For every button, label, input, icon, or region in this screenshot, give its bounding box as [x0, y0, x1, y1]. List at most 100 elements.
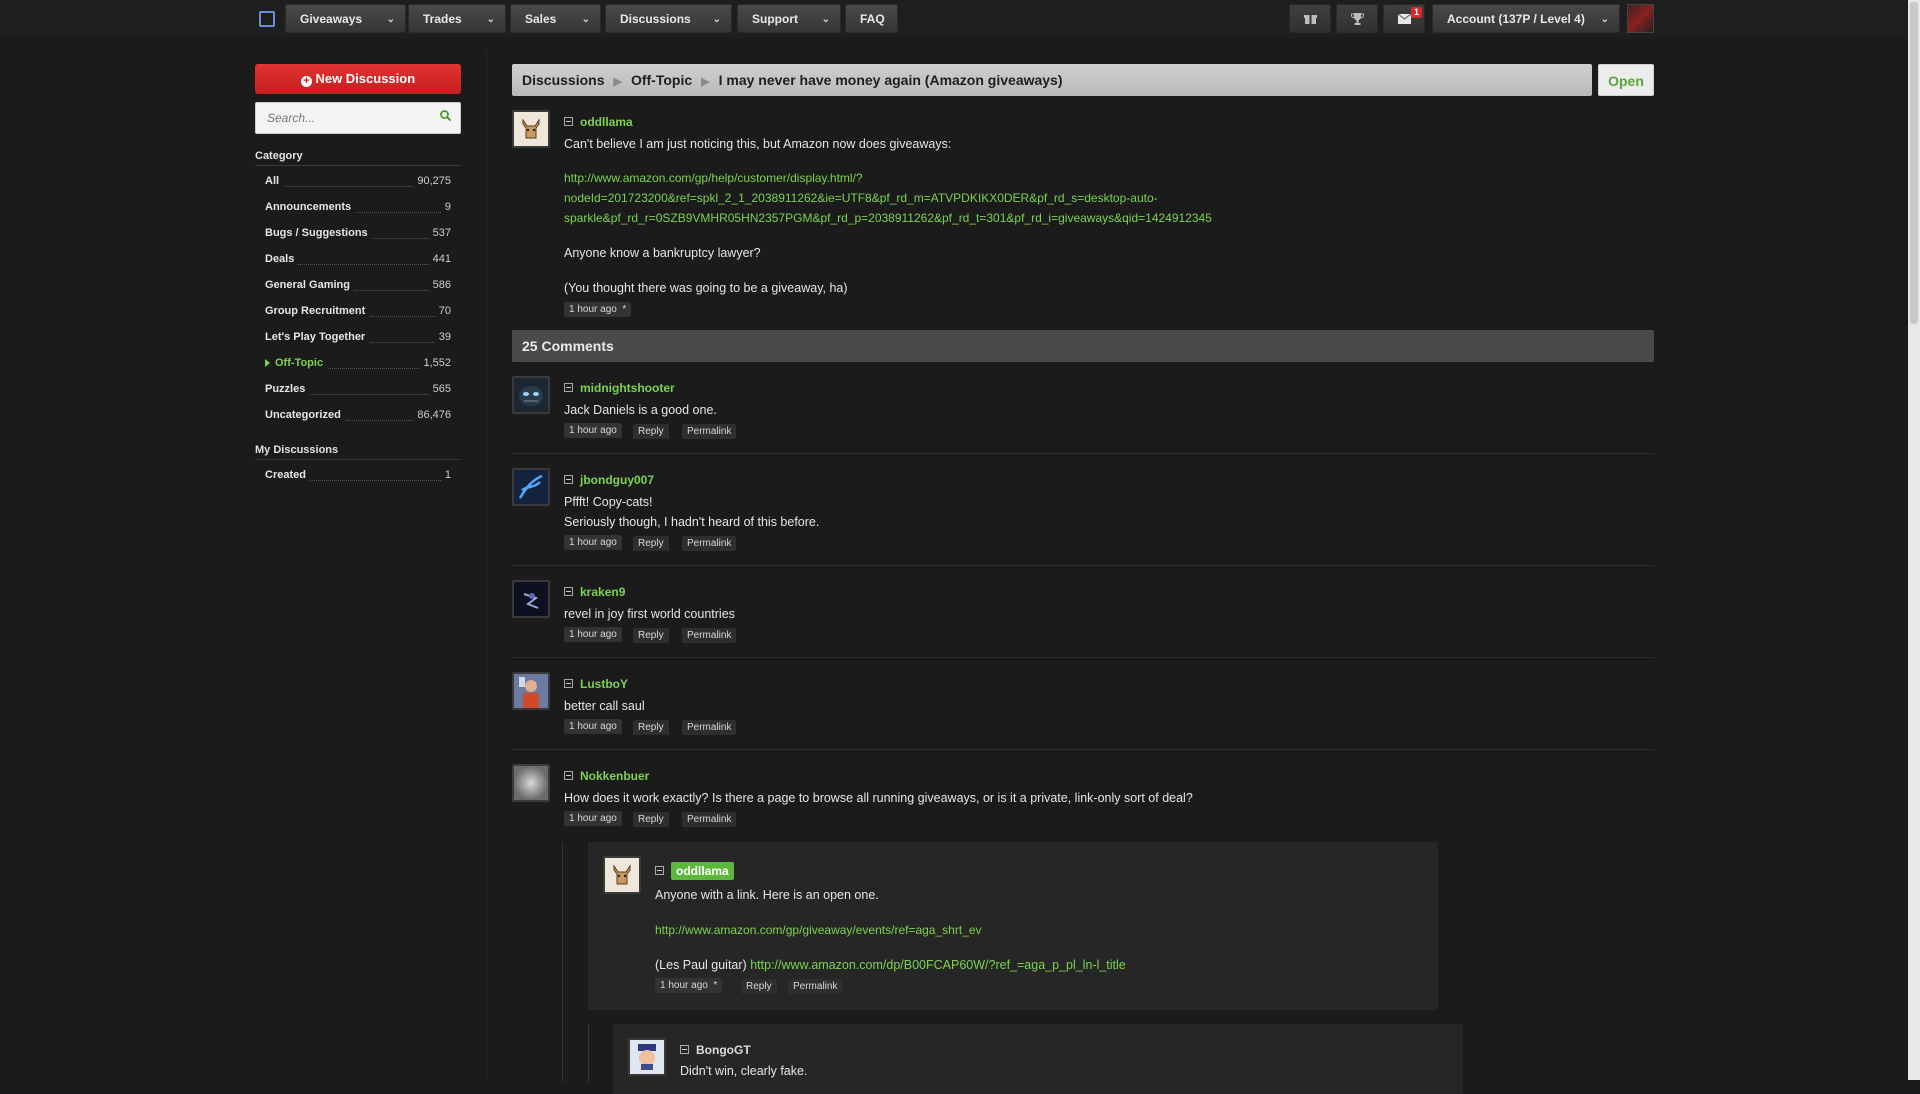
- reply-timestamp: 1 hour ago *: [655, 978, 723, 993]
- avatar[interactable]: [512, 468, 550, 506]
- comment-divider: [512, 657, 1654, 658]
- breadcrumb-separator-icon: ▶: [613, 76, 622, 88]
- comment-username[interactable]: midnightshooter: [580, 381, 675, 395]
- reply-text-line-1: Anyone with a link. Here is an open one.: [655, 888, 879, 902]
- category-item-announcements[interactable]: Announcements 9: [265, 201, 451, 217]
- category-item-deals[interactable]: Deals 441: [265, 253, 451, 269]
- breadcrumb-off-topic[interactable]: Off-Topic: [631, 72, 692, 88]
- trophy-button[interactable]: [1336, 4, 1378, 33]
- comments-heading: 25 Comments: [512, 330, 1654, 362]
- collapse-toggle-icon[interactable]: [564, 383, 573, 392]
- comment-time: 1 hour ago: [564, 423, 622, 438]
- nav-support-button[interactable]: Support ⌄: [737, 4, 841, 33]
- page-scrollbar[interactable]: [1908, 0, 1920, 1080]
- avatar[interactable]: [512, 764, 550, 802]
- collapse-toggle-icon[interactable]: [564, 679, 573, 688]
- reply-button[interactable]: Reply: [633, 812, 669, 827]
- category-item-uncategorized[interactable]: Uncategorized 86,476: [265, 409, 451, 425]
- permalink-button[interactable]: Permalink: [788, 979, 843, 994]
- search-input[interactable]: [265, 103, 429, 133]
- scrollbar-thumb[interactable]: [1910, 2, 1918, 324]
- permalink-button[interactable]: Permalink: [682, 812, 737, 827]
- comment-username[interactable]: jbondguy007: [580, 473, 654, 487]
- comment-text: revel in joy first world countries: [564, 607, 735, 621]
- avatar[interactable]: [512, 376, 550, 414]
- my-discussions-name: Created: [265, 469, 310, 481]
- reply-username-op[interactable]: oddllama: [671, 862, 734, 880]
- message-count-badge: 1: [1410, 7, 1422, 18]
- comment-text: Jack Daniels is a good one.: [564, 403, 717, 417]
- category-item-all[interactable]: All 90,275: [265, 175, 451, 191]
- permalink-button[interactable]: Permalink: [682, 720, 737, 735]
- op-time: 1 hour ago: [569, 304, 617, 315]
- category-item-group-recruitment[interactable]: Group Recruitment 70: [265, 305, 451, 321]
- reply-guitar-link[interactable]: http://www.amazon.com/dp/B00FCAP60W/?ref…: [750, 958, 1126, 972]
- discussion-status-button[interactable]: Open: [1598, 64, 1654, 96]
- op-timestamp: 1 hour ago *: [564, 302, 632, 317]
- reply-text-line-2: (Les Paul guitar) http://www.amazon.com/…: [655, 958, 1126, 972]
- reply-username[interactable]: BongoGT: [696, 1043, 751, 1057]
- op-amazon-link-line-1[interactable]: http://www.amazon.com/gp/help/customer/d…: [564, 168, 863, 188]
- op-username[interactable]: oddllama: [580, 115, 633, 129]
- op-amazon-link-line-3[interactable]: sparkle&pf_rd_r=0SZB9VMHR05HN2357PGM&pf_…: [564, 208, 1212, 228]
- search-icon[interactable]: [440, 110, 451, 121]
- nav-trades-button[interactable]: Trades ⌄: [408, 4, 506, 33]
- permalink-button[interactable]: Permalink: [682, 628, 737, 643]
- category-item-bugs-suggestions[interactable]: Bugs / Suggestions 537: [265, 227, 451, 243]
- envelope-icon: [1397, 13, 1411, 24]
- nav-giveaways-button[interactable]: Giveaways ⌄: [285, 4, 406, 33]
- user-avatar[interactable]: [1627, 4, 1654, 33]
- messages-button[interactable]: 1: [1383, 4, 1425, 33]
- category-item-lets-play-together[interactable]: Let's Play Together 39: [265, 331, 451, 347]
- collapse-toggle-icon[interactable]: [655, 866, 664, 875]
- category-item-general-gaming[interactable]: General Gaming 586: [265, 279, 451, 295]
- comment-divider: [512, 749, 1654, 750]
- comment-text: Pffft! Copy-cats!: [564, 495, 653, 509]
- reply-button[interactable]: Reply: [633, 536, 669, 551]
- avatar[interactable]: [603, 856, 641, 894]
- search-box[interactable]: [255, 102, 461, 134]
- category-item-off-topic[interactable]: Off-Topic 1,552: [265, 357, 451, 373]
- reply-button[interactable]: Reply: [633, 720, 669, 735]
- reply-button[interactable]: Reply: [633, 424, 669, 439]
- collapse-toggle-icon[interactable]: [680, 1045, 689, 1054]
- avatar[interactable]: [628, 1038, 666, 1076]
- comment-username[interactable]: Nokkenbuer: [580, 769, 649, 783]
- category-count: 39: [434, 331, 451, 343]
- breadcrumb-discussions[interactable]: Discussions: [522, 72, 604, 88]
- comment-username[interactable]: LustboY: [580, 677, 628, 691]
- nav-faq-label: FAQ: [860, 12, 885, 26]
- category-count: 70: [434, 305, 451, 317]
- category-name: Bugs / Suggestions: [265, 227, 372, 239]
- permalink-button[interactable]: Permalink: [682, 536, 737, 551]
- avatar[interactable]: [512, 110, 550, 148]
- nav-discussions-button[interactable]: Discussions ⌄: [605, 4, 732, 33]
- permalink-button[interactable]: Permalink: [682, 424, 737, 439]
- new-discussion-button[interactable]: + New Discussion: [255, 64, 461, 94]
- category-name: Uncategorized: [265, 409, 345, 421]
- avatar[interactable]: [512, 580, 550, 618]
- reply-button[interactable]: Reply: [741, 979, 777, 994]
- nav-sales-button[interactable]: Sales ⌄: [510, 4, 601, 33]
- reply-button[interactable]: Reply: [633, 628, 669, 643]
- collapse-toggle-icon[interactable]: [564, 771, 573, 780]
- op-amazon-link-line-2[interactable]: nodeId=201723200&ref=spkl_2_1_2038911262…: [564, 188, 1158, 208]
- nav-faq-button[interactable]: FAQ: [845, 4, 898, 33]
- category-item-puzzles[interactable]: Puzzles 565: [265, 383, 451, 399]
- site-logo-icon[interactable]: [259, 11, 275, 27]
- chevron-down-icon: ⌄: [386, 14, 395, 25]
- collapse-toggle-icon[interactable]: [564, 117, 573, 126]
- sidebar-divider: [486, 52, 487, 1080]
- my-discussions-heading: My Discussions: [255, 444, 461, 460]
- reply-giveaway-link[interactable]: http://www.amazon.com/gp/giveaway/events…: [655, 920, 982, 940]
- comment-username[interactable]: kraken9: [580, 585, 625, 599]
- account-menu-button[interactable]: Account (137P / Level 4) ⌄: [1432, 4, 1620, 33]
- collapse-toggle-icon[interactable]: [564, 475, 573, 484]
- edited-mark: *: [622, 304, 627, 315]
- my-discussions-item-created[interactable]: Created 1: [265, 469, 451, 485]
- gift-button[interactable]: [1289, 4, 1331, 33]
- breadcrumb-separator-icon: ▶: [701, 76, 710, 88]
- active-arrow-icon: [265, 359, 270, 367]
- avatar[interactable]: [512, 672, 550, 710]
- collapse-toggle-icon[interactable]: [564, 587, 573, 596]
